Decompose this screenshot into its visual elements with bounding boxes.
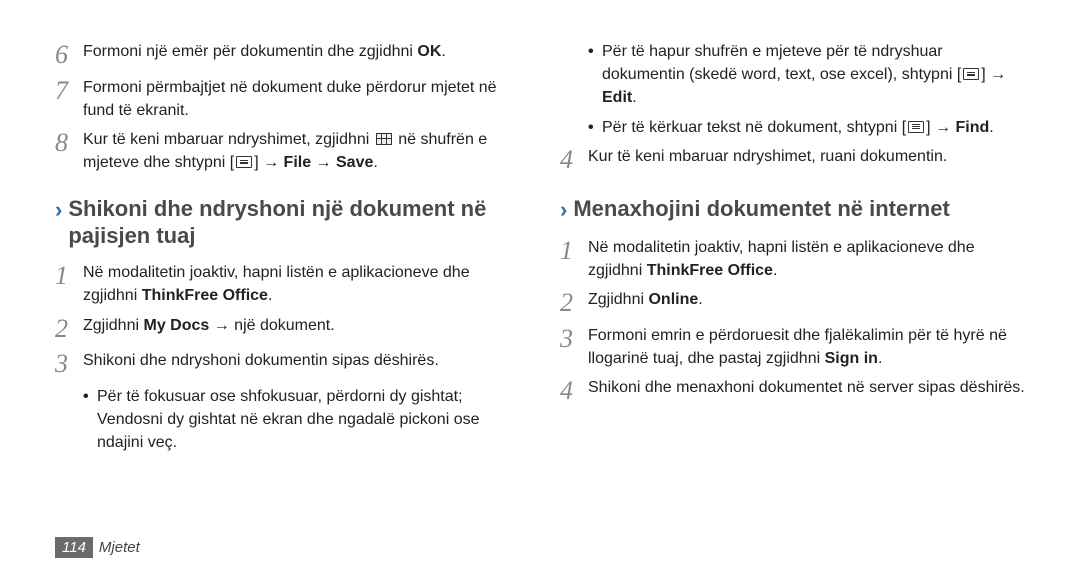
page: 6Formoni një emër për dokumentin dhe zgj… <box>0 0 1080 460</box>
step-body: Në modalitetin joaktiv, hapni listën e a… <box>83 261 520 307</box>
step-body: Shikoni dhe ndryshoni dokumentin sipas d… <box>83 349 520 372</box>
step-body: Zgjidhni Online. <box>588 288 1025 311</box>
page-footer: 114 Mjetet <box>55 537 140 558</box>
page-number-badge: 114 <box>55 537 93 558</box>
section-label: Mjetet <box>99 539 140 556</box>
grid-icon <box>376 133 392 145</box>
chevron-icon: › <box>55 196 62 223</box>
chevron-icon: › <box>560 196 567 223</box>
step-number: 2 <box>560 288 588 318</box>
menu-icon <box>236 156 252 168</box>
numbered-step: 2Zgjidhni Online. <box>560 288 1025 318</box>
numbered-step: 2Zgjidhni My Docs → një dokument. <box>55 314 520 344</box>
bullet-list: Për të hapur shufrën e mjeteve për të nd… <box>560 40 1025 139</box>
step-number: 7 <box>55 76 83 106</box>
step-number: 8 <box>55 128 83 158</box>
step-body: Kur të keni mbaruar ndryshimet, zgjidhni… <box>83 128 520 174</box>
numbered-step: 4Shikoni dhe menaxhoni dokumentet në ser… <box>560 376 1025 406</box>
heading-text: Menaxhojini dokumentet në internet <box>573 196 949 222</box>
step-body: Formoni përmbajtjet në dokument duke për… <box>83 76 520 122</box>
heading-text: Shikoni dhe ndryshoni një dokument në pa… <box>68 196 520 249</box>
menu-icon <box>963 68 979 80</box>
numbered-step: 8Kur të keni mbaruar ndryshimet, zgjidhn… <box>55 128 520 174</box>
step-number: 3 <box>560 324 588 354</box>
bullet-item: Për të kërkuar tekst në dokument, shtypn… <box>588 116 1025 139</box>
numbered-step: 1Në modalitetin joaktiv, hapni listën e … <box>55 261 520 307</box>
step-body: Formoni emrin e përdoruesit dhe fjalëkal… <box>588 324 1025 370</box>
step-number: 4 <box>560 376 588 406</box>
step-body: Formoni një emër për dokumentin dhe zgji… <box>83 40 520 63</box>
step-number: 2 <box>55 314 83 344</box>
bullet-item: Për të hapur shufrën e mjeteve për të nd… <box>588 40 1025 110</box>
numbered-step: 3Formoni emrin e përdoruesit dhe fjalëka… <box>560 324 1025 370</box>
step-number: 1 <box>55 261 83 291</box>
step-body: Në modalitetin joaktiv, hapni listën e a… <box>588 236 1025 282</box>
step-number: 1 <box>560 236 588 266</box>
left-column: 6Formoni një emër për dokumentin dhe zgj… <box>55 40 520 460</box>
section-heading: ›Shikoni dhe ndryshoni një dokument në p… <box>55 196 520 249</box>
step-number: 6 <box>55 40 83 70</box>
step-number: 3 <box>55 349 83 379</box>
numbered-step: 3Shikoni dhe ndryshoni dokumentin sipas … <box>55 349 520 379</box>
step-number: 4 <box>560 145 588 175</box>
step-body: Zgjidhni My Docs → një dokument. <box>83 314 520 337</box>
menu-icon <box>908 121 924 133</box>
numbered-step: 4Kur të keni mbaruar ndryshimet, ruani d… <box>560 145 1025 175</box>
right-column: Për të hapur shufrën e mjeteve për të nd… <box>560 40 1025 460</box>
bullet-item: Për të fokusuar ose shfokusuar, përdorni… <box>83 385 520 455</box>
numbered-step: 1Në modalitetin joaktiv, hapni listën e … <box>560 236 1025 282</box>
step-body: Shikoni dhe menaxhoni dokumentet në serv… <box>588 376 1025 399</box>
section-heading: ›Menaxhojini dokumentet në internet <box>560 196 1025 223</box>
numbered-step: 6Formoni një emër për dokumentin dhe zgj… <box>55 40 520 70</box>
step-body: Kur të keni mbaruar ndryshimet, ruani do… <box>588 145 1025 168</box>
bullet-list: Për të fokusuar ose shfokusuar, përdorni… <box>55 385 520 455</box>
numbered-step: 7Formoni përmbajtjet në dokument duke pë… <box>55 76 520 122</box>
